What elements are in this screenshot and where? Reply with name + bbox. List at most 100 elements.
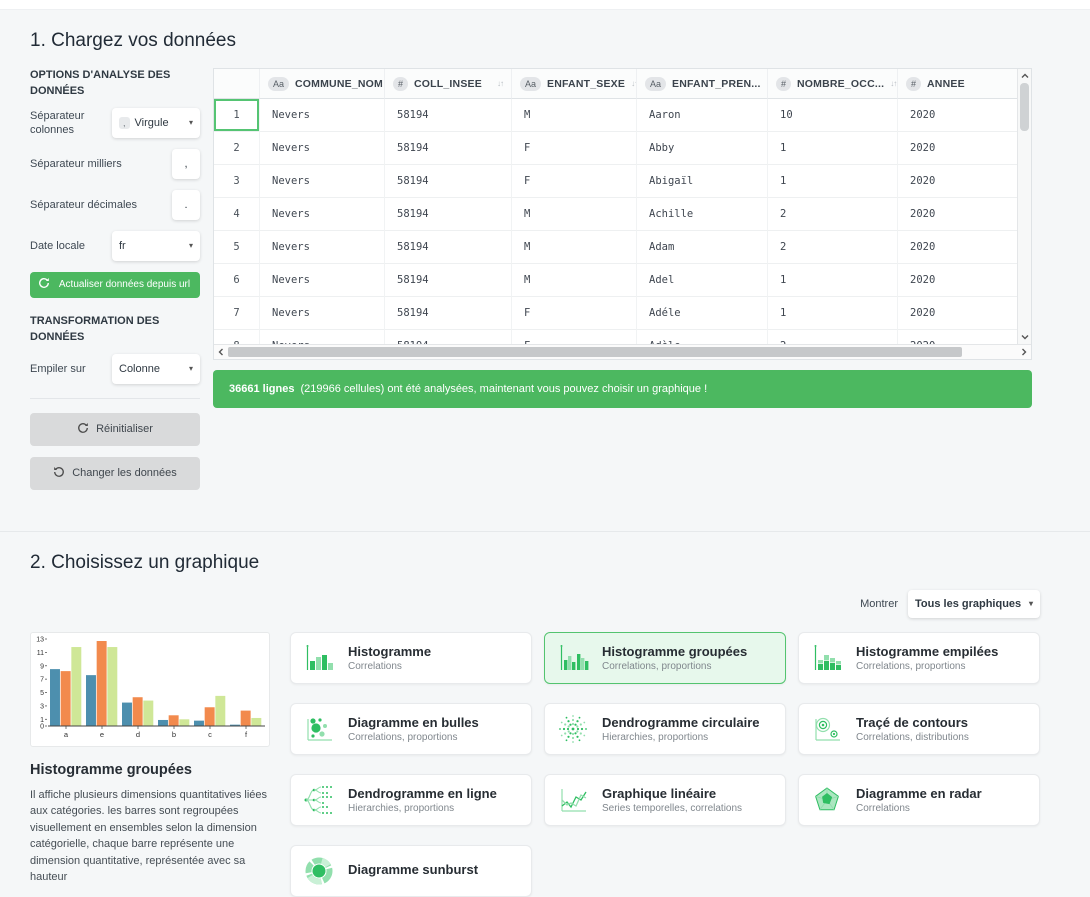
scroll-left-icon[interactable]	[214, 348, 228, 356]
chart-card-text: HistogrammeCorrelations	[348, 644, 431, 672]
scroll-up-icon[interactable]	[1018, 72, 1032, 80]
sep-columns-value: Virgule	[135, 117, 169, 129]
horizontal-scroll-track[interactable]	[228, 345, 1017, 359]
table-cell: 2020	[898, 231, 1017, 264]
table-cell: M	[512, 198, 637, 231]
column-header-commune-nom[interactable]: AaCOMMUNE_NOM↓↑	[260, 69, 385, 99]
table-row: 5Nevers58194MAdam22020	[214, 231, 1017, 264]
refresh-url-button[interactable]: Actualiser données depuis url	[30, 272, 200, 298]
sort-icon[interactable]: ↓↑	[497, 79, 503, 88]
show-filter-select[interactable]: Tous les graphiques ▾	[908, 590, 1040, 618]
table-body: 1Nevers58194MAaron1020202Nevers58194FAbb…	[214, 99, 1017, 346]
stack-on-select[interactable]: Colonne ▾	[112, 354, 200, 384]
horizontal-scroll-thumb[interactable]	[228, 347, 962, 357]
column-type-badge: #	[906, 77, 921, 91]
chart-card-title: Histogramme	[348, 644, 431, 659]
table-row: 6Nevers58194MAdel12020	[214, 264, 1017, 297]
row-number[interactable]: 6	[214, 264, 260, 297]
load-data-section: 1. Chargez vos données OPTIONS D'ANALYSE…	[0, 10, 1090, 501]
table-cell: Nevers	[260, 264, 385, 297]
column-header-enfant-pren[interactable]: AaENFANT_PREN...↓↑	[637, 69, 768, 99]
vertical-scrollbar[interactable]	[1017, 69, 1031, 344]
scroll-down-icon[interactable]	[1018, 333, 1032, 341]
column-header-nombre-occ[interactable]: #NOMBRE_OCC...↓↑	[768, 69, 898, 99]
vertical-scroll-thumb[interactable]	[1020, 83, 1029, 131]
table-cell: 2	[768, 198, 898, 231]
column-name: ENFANT_SEXE	[547, 78, 625, 90]
chart-card-text: Diagramme sunburst	[348, 862, 478, 879]
chart-card-title: Diagramme en radar	[856, 786, 982, 801]
chart-card-title: Diagramme sunburst	[348, 862, 478, 877]
sep-columns-badge: ,	[119, 117, 130, 129]
reset-icon	[77, 422, 89, 437]
sort-icon[interactable]: ↓↑	[890, 79, 896, 88]
sep-thousands-input[interactable]	[172, 149, 200, 179]
chart-card-histogram[interactable]: HistogrammeCorrelations	[290, 632, 532, 684]
table-cell: 58194	[385, 99, 512, 132]
change-data-button[interactable]: Changer les données	[30, 457, 200, 490]
chart-card-text: Diagramme en bullesCorrelations, proport…	[348, 715, 479, 743]
chart-card-contour-plot[interactable]: Traçé de contoursCorrelations, distribut…	[798, 703, 1040, 755]
chart-card-bubble-chart[interactable]: Diagramme en bullesCorrelations, proport…	[290, 703, 532, 755]
column-header-annee[interactable]: #ANNEE	[898, 69, 1017, 99]
column-type-badge: Aa	[645, 77, 666, 91]
chart-card-text: Histogramme empiléesCorrelations, propor…	[856, 644, 998, 672]
table-cell: F	[512, 132, 637, 165]
table-cell: 1	[768, 165, 898, 198]
scroll-right-icon[interactable]	[1017, 348, 1031, 356]
table-cell: Adam	[637, 231, 768, 264]
chart-card-subtitle: Hierarchies, proportions	[348, 803, 497, 814]
success-rows-count: 36661 lignes	[229, 383, 294, 395]
table-cell: 58194	[385, 165, 512, 198]
table-cell: 58194	[385, 231, 512, 264]
sep-decimals-input[interactable]	[172, 190, 200, 220]
table-cell: 58194	[385, 264, 512, 297]
circular-dendrogram-icon	[555, 711, 591, 747]
linear-dendrogram-icon	[301, 782, 337, 818]
date-locale-label: Date locale	[30, 239, 112, 253]
chart-card-linear-dendrogram[interactable]: Dendrogramme en ligneHierarchies, propor…	[290, 774, 532, 826]
row-number[interactable]: 2	[214, 132, 260, 165]
data-table: AaCOMMUNE_NOM↓↑#COLL_INSEE↓↑AaENFANT_SEX…	[213, 68, 1032, 360]
chart-card-stacked-histogram[interactable]: Histogramme empiléesCorrelations, propor…	[798, 632, 1040, 684]
table-cell: Nevers	[260, 99, 385, 132]
transform-heading: TRANSFORMATION DES DONNÉES	[30, 314, 200, 346]
chart-card-radar-chart[interactable]: Diagramme en radarCorrelations	[798, 774, 1040, 826]
row-number[interactable]: 7	[214, 297, 260, 330]
row-number[interactable]: 5	[214, 231, 260, 264]
table-cell: Nevers	[260, 297, 385, 330]
chart-card-sunburst[interactable]: Diagramme sunburst	[290, 845, 532, 897]
column-header-enfant-sexe[interactable]: AaENFANT_SEXE↓↑	[512, 69, 637, 99]
table-cell: 1	[768, 264, 898, 297]
chart-card-title: Histogramme groupées	[602, 644, 747, 659]
chevron-down-icon: ▾	[189, 118, 193, 127]
chart-card-circular-dendrogram[interactable]: Dendrogramme circulaireHierarchies, prop…	[544, 703, 786, 755]
row-number[interactable]: 3	[214, 165, 260, 198]
row-number[interactable]: 1	[214, 99, 260, 132]
reset-button[interactable]: Réinitialiser	[30, 413, 200, 446]
date-locale-select[interactable]: fr ▾	[112, 231, 200, 261]
table-cell: Achille	[637, 198, 768, 231]
chart-card-grouped-histogram[interactable]: Histogramme groupéesCorrelations, propor…	[544, 632, 786, 684]
column-header-coll-insee[interactable]: #COLL_INSEE↓↑	[385, 69, 512, 99]
table-cell: Abby	[637, 132, 768, 165]
chart-card-line-chart[interactable]: Graphique linéaireSeries temporelles, co…	[544, 774, 786, 826]
table-cell: 2020	[898, 165, 1017, 198]
bubble-chart-icon	[301, 711, 337, 747]
data-options-panel: OPTIONS D'ANALYSE DES DONNÉES Séparateur…	[30, 68, 200, 501]
histogram-icon	[301, 640, 337, 676]
table-cell: M	[512, 264, 637, 297]
preview-chart-description: Il affiche plusieurs dimensions quantita…	[30, 787, 270, 886]
svg-text:b: b	[172, 730, 176, 739]
chart-card-text: Dendrogramme circulaireHierarchies, prop…	[602, 715, 760, 743]
section2-title: 2. Choisissez un graphique	[30, 552, 1040, 574]
table-row: 1Nevers58194MAaron102020	[214, 99, 1017, 132]
table-cell: Adel	[637, 264, 768, 297]
row-number[interactable]: 4	[214, 198, 260, 231]
table-cell: Nevers	[260, 231, 385, 264]
horizontal-scrollbar[interactable]	[214, 344, 1031, 359]
chart-preview-panel: 0135791113aedbcf Histogramme groupées Il…	[30, 632, 270, 886]
sep-columns-select[interactable]: , Virgule ▾	[112, 108, 200, 138]
refresh-icon	[38, 277, 50, 293]
choose-chart-section: 2. Choisissez un graphique Montrer Tous …	[0, 532, 1090, 897]
